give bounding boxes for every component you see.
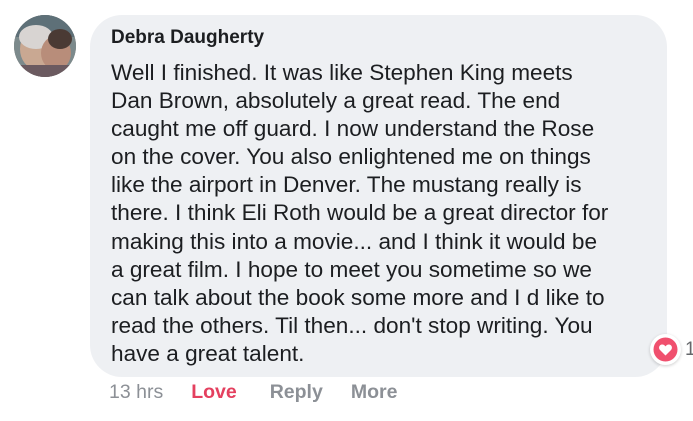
comment-timestamp[interactable]: 13 hrs: [109, 381, 163, 404]
comment-text: Well I finished. It was like Stephen Kin…: [111, 60, 609, 366]
comment-container: Debra Daugherty Well I finished. It was …: [0, 0, 693, 421]
heart-reaction-badge: [650, 334, 681, 365]
author-name[interactable]: Debra Daugherty: [111, 25, 649, 51]
reply-button[interactable]: Reply: [270, 381, 323, 404]
love-button[interactable]: Love: [191, 381, 237, 404]
comment-bubble: Debra Daugherty Well I finished. It was …: [90, 15, 667, 377]
avatar[interactable]: [14, 15, 76, 77]
reaction-count: 1: [685, 338, 693, 360]
more-button[interactable]: More: [351, 381, 398, 404]
avatar-photo: [14, 15, 76, 77]
heart-icon: [653, 337, 678, 362]
reaction-summary[interactable]: 1: [650, 334, 693, 365]
comment-actions: 13 hrs Love Reply More: [109, 381, 397, 404]
